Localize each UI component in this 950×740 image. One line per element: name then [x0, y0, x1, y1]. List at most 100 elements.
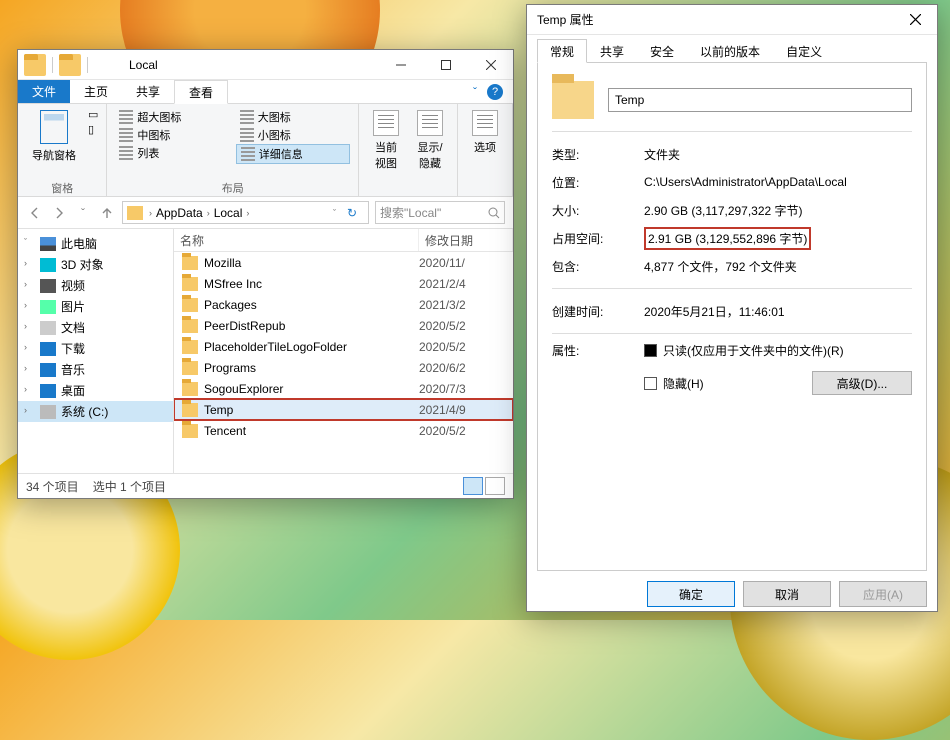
- nav-tree[interactable]: ˇ此电脑›3D 对象›视频›图片›文档›下载›音乐›桌面›系统 (C:): [18, 229, 174, 473]
- search-input[interactable]: 搜索"Local": [375, 201, 505, 224]
- file-row[interactable]: Tencent2020/5/2: [174, 420, 513, 441]
- column-name[interactable]: 名称: [174, 229, 419, 251]
- tree-item[interactable]: ˇ此电脑: [18, 233, 173, 254]
- up-button[interactable]: [98, 204, 116, 222]
- close-button[interactable]: [893, 5, 937, 34]
- explorer-titlebar[interactable]: Local: [18, 50, 513, 80]
- readonly-checkbox[interactable]: 只读(仅应用于文件夹中的文件)(R): [644, 342, 912, 359]
- chevron-icon[interactable]: ›: [244, 208, 251, 218]
- layout-details[interactable]: 详细信息: [236, 144, 350, 164]
- folder-icon: [182, 319, 198, 333]
- current-view-button[interactable]: 当前 视图: [367, 108, 405, 173]
- folder-icon: [182, 382, 198, 396]
- label-created: 创建时间:: [552, 303, 644, 320]
- tab-general[interactable]: 常规: [537, 39, 587, 63]
- crumb-appdata[interactable]: AppData: [156, 206, 203, 220]
- label-location: 位置:: [552, 174, 644, 191]
- search-placeholder: 搜索"Local": [380, 204, 441, 221]
- ribbon-collapse-icon[interactable]: ˇ: [473, 85, 477, 99]
- tree-item[interactable]: ›音乐: [18, 359, 173, 380]
- folder-icon: [182, 340, 198, 354]
- breadcrumb[interactable]: › AppData › Local › ˇ ↻: [122, 201, 369, 224]
- show-hide-icon: [417, 110, 443, 136]
- tree-item[interactable]: ›3D 对象: [18, 254, 173, 275]
- value-type: 文件夹: [644, 146, 912, 163]
- tab-view[interactable]: 查看: [174, 80, 228, 104]
- help-icon[interactable]: ?: [487, 84, 503, 100]
- chevron-icon[interactable]: ›: [147, 208, 154, 218]
- recent-button[interactable]: ˇ: [74, 204, 92, 222]
- column-date[interactable]: 修改日期: [419, 229, 513, 251]
- refresh-button[interactable]: ↻: [340, 206, 364, 220]
- folder-icon: [24, 54, 46, 76]
- value-contains: 4,877 个文件，792 个文件夹: [644, 258, 912, 275]
- dialog-title: Temp 属性: [527, 11, 893, 28]
- layout-list[interactable]: 列表: [115, 144, 229, 162]
- folder-icon: [182, 256, 198, 270]
- tree-item[interactable]: ›视频: [18, 275, 173, 296]
- layout-small[interactable]: 小图标: [236, 126, 350, 144]
- file-list[interactable]: 名称 修改日期 Mozilla2020/11/MSfree Inc2021/2/…: [174, 229, 513, 473]
- advanced-button[interactable]: 高级(D)...: [812, 371, 912, 395]
- history-dropdown[interactable]: ˇ: [331, 208, 338, 218]
- nav-pane-button[interactable]: 导航窗格: [26, 108, 82, 165]
- name-input[interactable]: Temp: [608, 88, 912, 112]
- close-button[interactable]: [468, 50, 513, 79]
- value-location: C:\Users\Administrator\AppData\Local: [644, 175, 912, 189]
- group-label-layout: 布局: [222, 180, 244, 195]
- file-row[interactable]: Mozilla2020/11/: [174, 252, 513, 273]
- tab-file[interactable]: 文件: [18, 80, 70, 103]
- file-row[interactable]: SogouExplorer2020/7/3: [174, 378, 513, 399]
- minimize-button[interactable]: [378, 50, 423, 79]
- cancel-button[interactable]: 取消: [743, 581, 831, 607]
- tree-item[interactable]: ›下载: [18, 338, 173, 359]
- folder-icon: [182, 403, 198, 417]
- file-row[interactable]: Temp2021/4/9: [174, 399, 513, 420]
- view-details-button[interactable]: [463, 477, 483, 495]
- properties-tabs: 常规 共享 安全 以前的版本 自定义: [537, 39, 927, 63]
- options-button[interactable]: 选项: [466, 108, 504, 157]
- label-contains: 包含:: [552, 258, 644, 275]
- folder-icon: [182, 361, 198, 375]
- layout-medium[interactable]: 中图标: [115, 126, 229, 144]
- layout-large[interactable]: 大图标: [236, 108, 350, 126]
- file-row[interactable]: MSfree Inc2021/2/4: [174, 273, 513, 294]
- file-row[interactable]: PeerDistRepub2020/5/2: [174, 315, 513, 336]
- tree-item[interactable]: ›系统 (C:): [18, 401, 173, 422]
- current-view-icon: [373, 110, 399, 136]
- tab-customize[interactable]: 自定义: [773, 39, 835, 63]
- folder-icon: [552, 81, 594, 119]
- quick-access-folder-icon[interactable]: [59, 54, 81, 76]
- tab-sharing[interactable]: 共享: [587, 39, 637, 63]
- ok-button[interactable]: 确定: [647, 581, 735, 607]
- layout-extra-large[interactable]: 超大图标: [115, 108, 229, 126]
- chevron-icon[interactable]: ›: [205, 208, 212, 218]
- forward-button[interactable]: [50, 204, 68, 222]
- hidden-checkbox[interactable]: 隐藏(H): [644, 375, 704, 392]
- details-pane-toggle[interactable]: ▯: [88, 123, 98, 136]
- label-attributes: 属性:: [552, 342, 644, 359]
- back-button[interactable]: [26, 204, 44, 222]
- folder-icon: [182, 298, 198, 312]
- status-selected: 选中 1 个项目: [93, 478, 166, 495]
- view-tiles-button[interactable]: [485, 477, 505, 495]
- ribbon-body: 导航窗格 ▭ ▯ 窗格 超大图标 中图标 列表 大图标 小图标 详细信息: [18, 104, 513, 197]
- maximize-button[interactable]: [423, 50, 468, 79]
- tree-item[interactable]: ›桌面: [18, 380, 173, 401]
- file-row[interactable]: Packages2021/3/2: [174, 294, 513, 315]
- tab-share[interactable]: 共享: [122, 80, 174, 103]
- tab-home[interactable]: 主页: [70, 80, 122, 103]
- tab-security[interactable]: 安全: [637, 39, 687, 63]
- show-hide-button[interactable]: 显示/ 隐藏: [411, 108, 449, 173]
- tab-previous-versions[interactable]: 以前的版本: [687, 39, 773, 63]
- tree-item[interactable]: ›文档: [18, 317, 173, 338]
- tree-item[interactable]: ›图片: [18, 296, 173, 317]
- file-row[interactable]: Programs2020/6/2: [174, 357, 513, 378]
- ribbon-tabs: 文件 主页 共享 查看 ˇ ?: [18, 80, 513, 104]
- label-size: 大小:: [552, 202, 644, 219]
- preview-pane-toggle[interactable]: ▭: [88, 108, 98, 121]
- crumb-local[interactable]: Local: [214, 206, 243, 220]
- file-row[interactable]: PlaceholderTileLogoFolder2020/5/2: [174, 336, 513, 357]
- apply-button[interactable]: 应用(A): [839, 581, 927, 607]
- explorer-window: Local 文件 主页 共享 查看 ˇ ? 导航窗格 ▭ ▯: [17, 49, 514, 499]
